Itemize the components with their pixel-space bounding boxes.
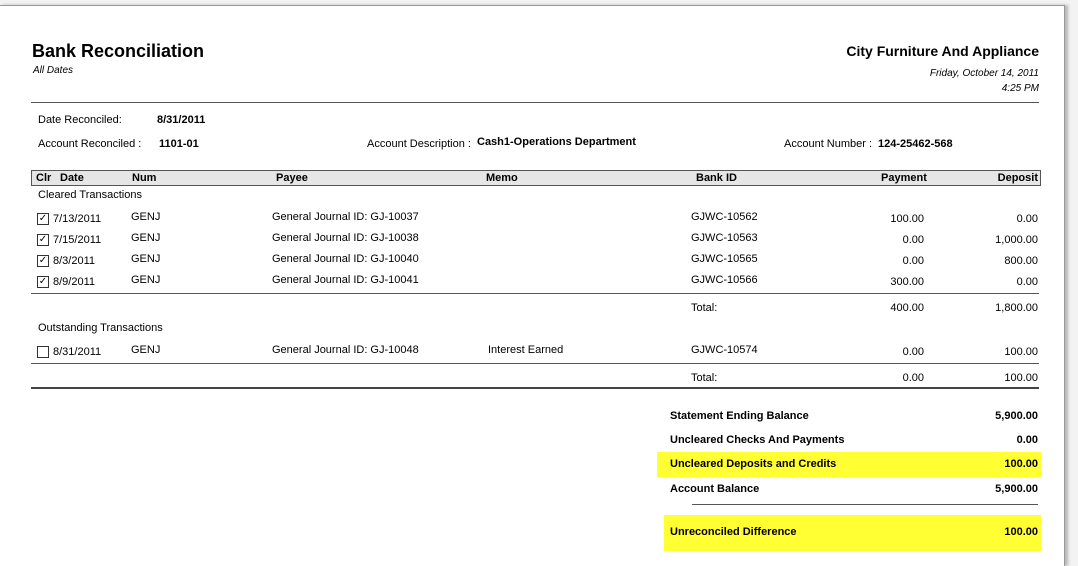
row-date: 8/31/2011 (53, 346, 102, 358)
cleared-total-deposit: 1,800.00 (995, 302, 1038, 314)
report-date: Friday, October 14, 2011 (929, 68, 1039, 79)
statement-ending-balance-label: Statement Ending Balance (670, 410, 809, 422)
row-deposit: 100.00 (1004, 346, 1038, 358)
row-deposit: 0.00 (1016, 276, 1038, 288)
row-payment: 0.00 (902, 346, 924, 358)
account-number-value: 124-25462-568 (878, 138, 953, 150)
outstanding-total-label: Total: (691, 372, 718, 384)
clear-checkbox[interactable] (37, 346, 49, 358)
report-time: 4:25 PM (1001, 83, 1039, 94)
row-bank-id: GJWC-10562 (691, 211, 758, 223)
report-page: Bank Reconciliation All Dates City Furni… (0, 5, 1065, 566)
unreconciled-difference-value: 100.00 (1004, 526, 1038, 538)
outstanding-total-payment: 0.00 (902, 372, 924, 384)
report-title: Bank Reconciliation (32, 41, 205, 61)
col-deposit: Deposit (997, 172, 1038, 184)
account-balance-value: 5,900.00 (995, 483, 1038, 495)
row-num: GENJ (131, 274, 161, 286)
clear-checkbox[interactable]: ✓ (37, 276, 49, 288)
row-bank-id: GJWC-10565 (691, 253, 758, 265)
row-payment: 0.00 (902, 234, 924, 246)
row-payee: General Journal ID: GJ-10041 (272, 274, 419, 286)
row-bank-id: GJWC-10574 (691, 344, 758, 356)
date-reconciled-label: Date Reconciled: (38, 114, 122, 126)
col-bank-id: Bank ID (696, 172, 737, 184)
uncleared-checks-value: 0.00 (1016, 434, 1038, 446)
col-payee: Payee (276, 172, 308, 184)
col-payment: Payment (881, 172, 927, 184)
cleared-heading: Cleared Transactions (38, 189, 142, 201)
row-date: 8/3/2011 (53, 255, 96, 267)
row-bank-id: GJWC-10566 (691, 274, 758, 286)
table-end-divider (31, 387, 1039, 389)
clear-checkbox[interactable]: ✓ (37, 255, 49, 267)
statement-ending-balance-value: 5,900.00 (995, 410, 1038, 422)
clear-checkbox[interactable]: ✓ (37, 213, 49, 225)
account-number-label: Account Number : (784, 138, 873, 150)
uncleared-deposits-label: Uncleared Deposits and Credits (670, 458, 837, 470)
row-date: 7/15/2011 (53, 234, 102, 246)
cleared-total-payment: 400.00 (890, 302, 924, 314)
row-deposit: 0.00 (1016, 213, 1038, 225)
col-clr: Clr (36, 172, 52, 184)
account-balance-label: Account Balance (670, 483, 760, 495)
col-date: Date (60, 172, 84, 184)
col-num: Num (132, 172, 157, 184)
clear-checkbox[interactable]: ✓ (37, 234, 49, 246)
row-bank-id: GJWC-10563 (691, 232, 758, 244)
column-header-row: Clr Date Num Payee Memo Bank ID Payment … (31, 170, 1041, 186)
account-description-value: Cash1-Operations Department (477, 136, 636, 148)
row-num: GENJ (131, 232, 161, 244)
account-reconciled-value: 1101-01 (159, 138, 199, 150)
row-payment: 300.00 (890, 276, 924, 288)
outstanding-divider (31, 363, 1039, 364)
report-subtitle: All Dates (33, 65, 74, 76)
unreconciled-difference-label: Unreconciled Difference (670, 526, 797, 538)
row-memo: Interest Earned (488, 344, 564, 356)
company-name: City Furniture And Appliance (846, 43, 1039, 59)
row-date: 8/9/2011 (53, 276, 96, 288)
row-payee: General Journal ID: GJ-10040 (272, 253, 419, 265)
row-payee: General Journal ID: GJ-10038 (272, 232, 419, 244)
account-reconciled-label: Account Reconciled : (38, 138, 142, 150)
row-payment: 100.00 (890, 213, 924, 225)
uncleared-checks-label: Uncleared Checks And Payments (670, 434, 845, 446)
outstanding-heading: Outstanding Transactions (38, 322, 163, 334)
row-num: GENJ (131, 344, 161, 356)
row-payee: General Journal ID: GJ-10048 (272, 344, 419, 356)
col-memo: Memo (486, 172, 518, 184)
summary-divider (692, 504, 1038, 505)
row-payee: General Journal ID: GJ-10037 (272, 211, 419, 223)
cleared-total-label: Total: (691, 302, 718, 314)
row-deposit: 800.00 (1004, 255, 1038, 267)
row-date: 7/13/2011 (53, 213, 102, 225)
row-num: GENJ (131, 253, 161, 265)
row-num: GENJ (131, 211, 161, 223)
cleared-divider (31, 293, 1039, 294)
date-reconciled-value: 8/31/2011 (157, 114, 206, 126)
uncleared-deposits-value: 100.00 (1004, 458, 1038, 470)
row-payment: 0.00 (902, 255, 924, 267)
row-deposit: 1,000.00 (995, 234, 1038, 246)
header-divider (31, 102, 1039, 103)
account-description-label: Account Description : (367, 138, 471, 150)
outstanding-total-deposit: 100.00 (1004, 372, 1038, 384)
